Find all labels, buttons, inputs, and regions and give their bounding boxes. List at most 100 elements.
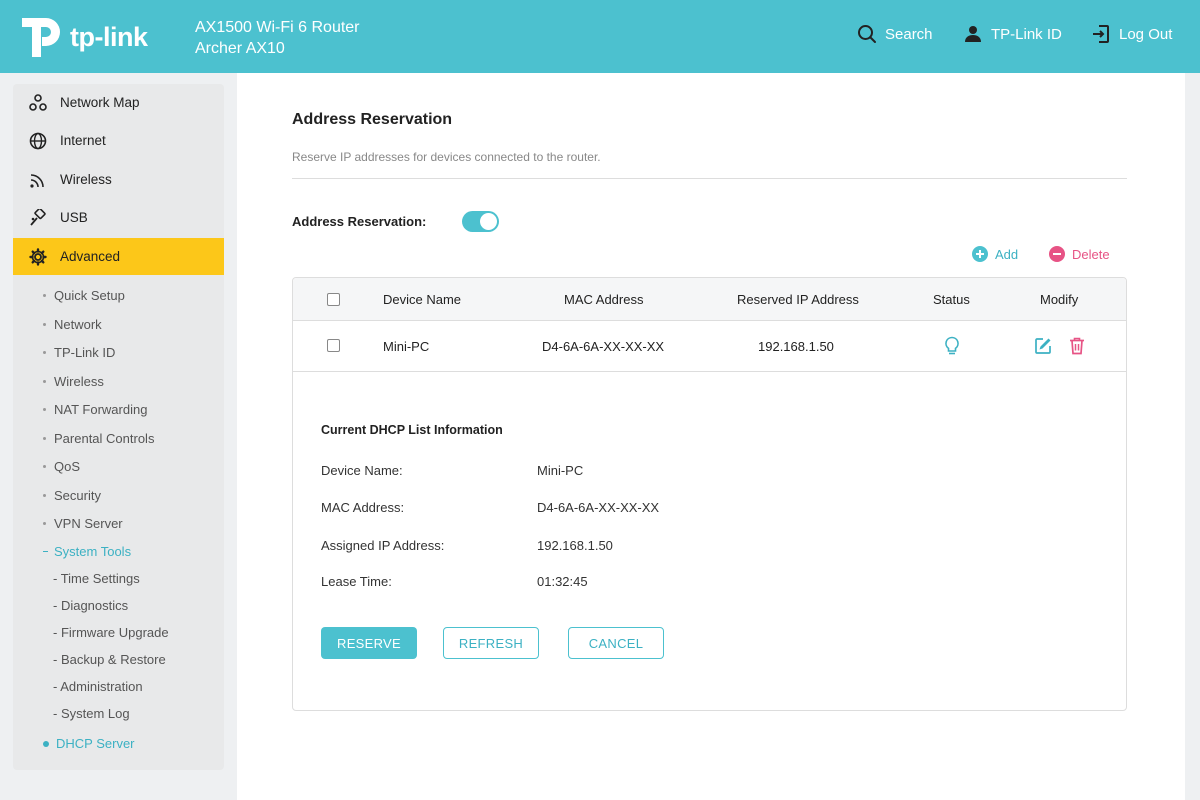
minus-circle-icon xyxy=(1049,246,1065,262)
nav-network-map[interactable]: Network Map xyxy=(13,84,224,121)
bullet-icon xyxy=(43,380,46,384)
cell-mac: D4-6A-6A-XX-XX-XX xyxy=(542,339,665,354)
info-value-lease: 01:32:45 xyxy=(537,574,588,589)
sub-network[interactable]: Network xyxy=(43,317,102,332)
edit-icon[interactable] xyxy=(1034,337,1052,360)
wifi-icon xyxy=(29,171,47,189)
reservation-toggle-label: Address Reservation: xyxy=(292,214,427,229)
col-device-name: Device Name xyxy=(383,292,462,307)
top-header: tp-link AX1500 Wi-Fi 6 Router Archer AX1… xyxy=(0,0,1200,73)
search-icon xyxy=(858,25,876,43)
router-model: AX1500 Wi-Fi 6 Router Archer AX10 xyxy=(195,17,360,59)
sub-label: Parental Controls xyxy=(54,431,155,446)
dhcp-info-title: Current DHCP List Information xyxy=(321,423,503,437)
plus-circle-icon xyxy=(972,246,988,262)
sub-time-settings[interactable]: - Time Settings xyxy=(53,571,140,586)
sub-label: TP-Link ID xyxy=(54,345,116,360)
sub-tplink-id[interactable]: TP-Link ID xyxy=(43,345,115,360)
bullet-icon xyxy=(43,437,46,441)
row-checkbox[interactable] xyxy=(327,339,340,352)
sub-parental-controls[interactable]: Parental Controls xyxy=(43,431,154,446)
toggle-knob xyxy=(480,213,497,230)
nav-usb[interactable]: USB xyxy=(13,199,224,236)
sub-backup-restore[interactable]: - Backup & Restore xyxy=(53,652,166,667)
cell-ip: 192.168.1.50 xyxy=(758,339,834,354)
bullet-icon xyxy=(43,408,46,412)
logout-icon xyxy=(1093,25,1109,43)
sub-label: Network xyxy=(54,317,102,332)
tp-link-logo-icon xyxy=(20,14,66,60)
logout-label: Log Out xyxy=(1119,25,1173,43)
usb-icon xyxy=(29,208,47,227)
sub-system-log[interactable]: - System Log xyxy=(53,706,130,721)
search-label: Search xyxy=(885,25,933,43)
nav-advanced[interactable]: Advanced xyxy=(13,238,224,275)
sub-label: Quick Setup xyxy=(54,288,125,303)
refresh-button[interactable]: REFRESH xyxy=(443,627,539,659)
page-title: Address Reservation xyxy=(292,111,453,128)
network-map-icon xyxy=(29,93,47,112)
nav-label: Wireless xyxy=(60,172,112,187)
sub-vpn-server[interactable]: VPN Server xyxy=(43,516,123,531)
delete-button[interactable]: Delete xyxy=(1049,246,1110,262)
info-label-lease: Lease Time: xyxy=(321,574,392,589)
sub-security[interactable]: Security xyxy=(43,488,101,503)
cancel-button[interactable]: CANCEL xyxy=(568,627,664,659)
model-number: Archer AX10 xyxy=(195,40,285,57)
sub-label: Wireless xyxy=(54,374,104,389)
bullet-icon xyxy=(43,494,46,498)
globe-icon xyxy=(29,132,47,150)
logo-text: tp-link xyxy=(70,21,148,52)
sub-label: NAT Forwarding xyxy=(54,402,148,417)
sub-diagnostics[interactable]: - Diagnostics xyxy=(53,598,128,613)
tplink-id-button[interactable]: TP-Link ID xyxy=(963,24,1062,44)
col-modify: Modify xyxy=(1040,292,1079,307)
sub-label: DHCP Server xyxy=(56,736,135,751)
gear-icon xyxy=(29,247,47,266)
reservation-toggle[interactable] xyxy=(462,211,499,232)
sub-dhcp-server[interactable]: DHCP Server xyxy=(43,736,135,751)
nav-internet[interactable]: Internet xyxy=(13,122,224,159)
sub-system-tools[interactable]: System Tools xyxy=(43,544,131,559)
tp-link-logo[interactable]: tp-link xyxy=(20,14,170,60)
info-value-mac: D4-6A-6A-XX-XX-XX xyxy=(537,500,660,515)
add-label: Add xyxy=(995,246,1019,262)
dash-icon xyxy=(43,551,48,553)
tplink-id-label: TP-Link ID xyxy=(991,25,1062,43)
nav-label: Advanced xyxy=(60,249,121,264)
delete-label: Delete xyxy=(1072,246,1110,262)
sub-label: Security xyxy=(54,488,101,503)
logout-button[interactable]: Log Out xyxy=(1091,24,1172,44)
table-row: Mini-PC D4-6A-6A-XX-XX-XX 192.168.1.50 xyxy=(293,321,1126,372)
info-value-device-name: Mini-PC xyxy=(537,463,584,478)
bullet-icon xyxy=(43,294,46,298)
model-name: AX1500 Wi-Fi 6 Router xyxy=(195,19,360,36)
bullet-icon xyxy=(43,323,46,327)
search-button[interactable]: Search xyxy=(857,24,933,44)
nav-label: Internet xyxy=(60,133,106,148)
reserve-button[interactable]: RESERVE xyxy=(321,627,417,659)
trash-icon[interactable] xyxy=(1069,337,1085,360)
sub-administration[interactable]: - Administration xyxy=(53,679,143,694)
sub-label: System Tools xyxy=(54,544,132,559)
bullet-icon xyxy=(43,351,46,355)
sub-label: VPN Server xyxy=(54,516,123,531)
nav-label: USB xyxy=(60,210,88,225)
col-mac-address: MAC Address xyxy=(564,292,644,307)
sub-wireless[interactable]: Wireless xyxy=(43,374,104,389)
nav-label: Network Map xyxy=(60,95,140,110)
nav-wireless[interactable]: Wireless xyxy=(13,161,224,198)
info-value-ip: 192.168.1.50 xyxy=(537,538,613,553)
add-button[interactable]: Add xyxy=(972,246,1018,262)
sub-quick-setup[interactable]: Quick Setup xyxy=(43,288,125,303)
page-description: Reserve IP addresses for devices connect… xyxy=(292,150,601,164)
table-header: Device Name MAC Address Reserved IP Addr… xyxy=(293,278,1126,321)
sub-label: QoS xyxy=(54,459,81,474)
sub-qos[interactable]: QoS xyxy=(43,459,80,474)
select-all-checkbox[interactable] xyxy=(327,293,340,306)
col-reserved-ip: Reserved IP Address xyxy=(737,292,859,307)
reservation-table: Device Name MAC Address Reserved IP Addr… xyxy=(292,277,1127,711)
sub-firmware-upgrade[interactable]: - Firmware Upgrade xyxy=(53,625,169,640)
sub-nat-forwarding[interactable]: NAT Forwarding xyxy=(43,402,147,417)
col-status: Status xyxy=(933,292,970,307)
